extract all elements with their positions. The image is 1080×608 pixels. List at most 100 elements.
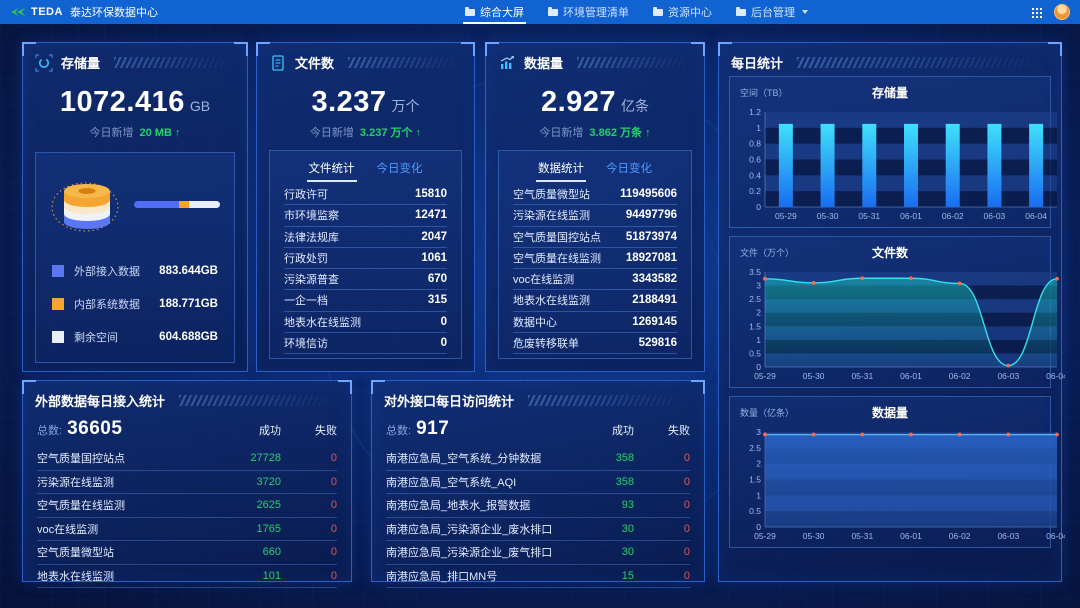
row-label: 南港应急局_污染源企业_废水排口 [386,521,564,537]
fail-count: 0 [281,452,337,464]
data-tabs: 数据统计 今日变化 [513,159,677,182]
disk-illustration-row [36,153,234,241]
area-chart-svg: 00.511.522.5305-2905-3005-3106-0106-0206… [735,427,1065,545]
api-rows: 南港应急局_空气系统_分钟数据3580南港应急局_空气系统_AQI3580南港应… [372,447,704,588]
total-value: 917 [416,418,449,440]
success-count: 30 [564,546,634,558]
storage-card-header: 存储量 [23,43,247,76]
table-row: 行政许可15810 [284,184,447,205]
logo-text: TEDA [31,6,63,18]
svg-text:2: 2 [756,459,761,469]
svg-text:0: 0 [756,202,761,212]
svg-text:0.5: 0.5 [749,348,761,358]
row-value: 3343582 [632,273,677,285]
row-label: voc在线监测 [513,271,574,287]
external-ingest-panel: 外部数据每日接入统计 总数: 36605 成功 失败 空气质量国控站点27728… [22,380,352,582]
row-value: 1269145 [632,316,677,328]
chevron-down-icon [802,10,808,14]
svg-text:0.6: 0.6 [749,155,761,165]
svg-text:06-04: 06-04 [1046,371,1065,381]
svg-text:06-01: 06-01 [900,211,922,221]
nav-item-1[interactable]: 环境管理清单 [536,0,641,24]
table-row: 环境信访0 [284,333,447,354]
row-value: 2047 [421,231,447,243]
success-count: 2625 [211,499,281,511]
svg-text:0.8: 0.8 [749,139,761,149]
row-label: 危废转移联单 [513,335,579,351]
tab-today-change[interactable]: 今日变化 [375,159,425,182]
svg-text:06-02: 06-02 [949,531,971,541]
nav-item-3[interactable]: 后台管理 [724,0,820,24]
tab-file-statistics[interactable]: 文件统计 [307,159,357,182]
nav-item-2[interactable]: 资源中心 [641,0,724,24]
tab-today-change[interactable]: 今日变化 [604,159,654,182]
legend-label: 内部系统数据 [74,296,140,312]
data-kpi: 2.927亿条 今日新增3.862 万条 ↑ [486,86,704,140]
row-value: 12471 [415,209,447,221]
table-row: 空气质量微型站6600 [37,541,337,565]
data-value: 2.927 [541,86,616,118]
external-stat-head: 总数: 36605 成功 失败 [23,414,351,447]
avatar[interactable] [1054,4,1070,20]
table-row: 数据中心1269145 [513,312,677,333]
row-label: 南港应急局_排口MN号 [386,568,564,584]
table-row: 空气质量微型站119495606 [513,184,677,205]
table-row: 一企一档315 [284,290,447,311]
storage-detail-box: 外部接入数据883.644GB内部系统数据188.771GB剩余空间604.68… [35,152,235,363]
svg-text:1: 1 [756,490,761,500]
nav-item-0[interactable]: 综合大屏 [453,0,536,24]
legend-value: 188.771GB [159,298,218,310]
legend-value: 604.688GB [159,331,218,343]
storage-legend: 外部接入数据883.644GB内部系统数据188.771GB剩余空间604.68… [36,241,234,345]
row-value: 2188491 [632,294,677,306]
svg-text:05-29: 05-29 [754,371,776,381]
table-row: 南港应急局_污染源企业_废水排口300 [386,518,690,542]
row-label: 空气质量微型站 [513,186,590,202]
table-row: 市环境监察 12471 [284,205,447,226]
legend-label: 外部接入数据 [74,263,140,279]
svg-text:2: 2 [756,308,761,318]
svg-text:06-02: 06-02 [949,371,971,381]
row-label: 市环境监察 [284,207,339,223]
table-row: 危废转移联单 529816 [513,333,677,354]
row-value: 529816 [639,337,677,349]
legend-item: 外部接入数据883.644GB [52,263,218,279]
svg-text:2.5: 2.5 [749,443,761,453]
files-card: 文件数 3.237万个 今日新增3.237 万个 ↑ 文件统计 今日变化 行政许… [256,42,475,372]
header-stripes [797,57,1049,68]
table-row: 污染源在线监测37200 [37,471,337,495]
success-count: 358 [564,476,634,488]
table-row: 南港应急局_空气系统_AQI3580 [386,471,690,495]
files-card-header: 文件数 [257,43,474,76]
table-row: 地表水在线监测 2188491 [513,290,677,311]
fail-count: 0 [634,452,690,464]
table-row: 空气质量在线监测18927081 [513,248,677,269]
svg-text:05-30: 05-30 [817,211,839,221]
app-grid-icon[interactable] [1031,7,1042,18]
file-icon [269,54,287,72]
success-count: 3720 [211,476,281,488]
api-visits-panel: 对外接口每日访问统计 总数: 917 成功 失败 南港应急局_空气系统_分钟数据… [371,380,705,582]
nav-item-label: 综合大屏 [480,4,524,20]
table-row: 地表水在线监测0 [284,312,447,333]
row-label: 地表水在线监测 [513,292,590,308]
total-label: 总数: [37,422,62,438]
files-tabs: 文件统计 今日变化 [284,159,447,182]
table-row: 空气质量国控站点51873974 [513,227,677,248]
svg-text:3: 3 [756,281,761,291]
data-card: 数据量 2.927亿条 今日新增3.862 万条 ↑ 数据统计 今日变化 空气质… [485,42,705,372]
fail-count: 0 [634,570,690,582]
fail-count: 0 [281,570,337,582]
files-kpi: 3.237万个 今日新增3.237 万个 ↑ [257,86,474,140]
tab-data-statistics[interactable]: 数据统计 [536,159,586,182]
row-label: 空气质量国控站点 [37,450,211,466]
header-stripes [179,395,339,406]
table-row: 污染源普查670 [284,269,447,290]
app-title: 泰达环保数据中心 [70,4,158,20]
nav-right-group [1031,4,1070,20]
data-card-header: 数据量 [486,43,704,76]
table-row: 南港应急局_排口MN号150 [386,565,690,589]
fail-count: 0 [634,476,690,488]
folder-icon [653,9,663,16]
svg-text:0.2: 0.2 [749,186,761,196]
